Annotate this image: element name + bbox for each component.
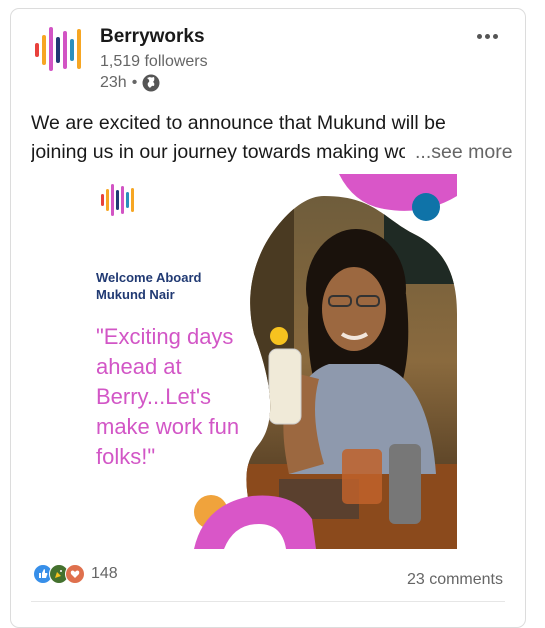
welcome-quote: "Exciting days ahead at Berry...Let's ma… [96, 324, 240, 469]
teal-circle [412, 193, 440, 221]
feed-post-card: Berryworks 1,519 followers 23h • We are … [10, 8, 526, 628]
image-brand-logo [101, 184, 134, 216]
reactions-summary[interactable]: 148 [33, 564, 118, 584]
reaction-icons [33, 564, 85, 584]
reaction-count: 148 [91, 565, 118, 582]
photo-mukund [234, 196, 457, 549]
love-icon [65, 564, 85, 584]
post-text-line-1: We are excited to announce that Mukund w… [31, 112, 446, 134]
post-time: 23h [100, 74, 127, 91]
welcome-heading: Welcome Aboard Mukund Nair [96, 270, 202, 302]
globe-icon [142, 74, 160, 92]
follower-count: 1,519 followers [100, 53, 208, 70]
post-commentary: We are excited to announce that Mukund w… [31, 109, 513, 167]
post-text-line-2: joining us in our journey towards making… [31, 141, 405, 163]
berryworks-logo[interactable] [33, 21, 89, 77]
author-name[interactable]: Berryworks [100, 26, 205, 48]
see-more-link[interactable]: ...see more [409, 138, 513, 167]
post-meta: 23h • [100, 73, 160, 93]
post-image[interactable]: Welcome Aboard Mukund Nair "Exciting day… [84, 174, 457, 549]
comments-count-link[interactable]: 23 comments [407, 571, 503, 589]
more-options-icon[interactable] [471, 25, 503, 47]
meta-separator: • [131, 74, 138, 91]
social-divider [31, 601, 505, 602]
